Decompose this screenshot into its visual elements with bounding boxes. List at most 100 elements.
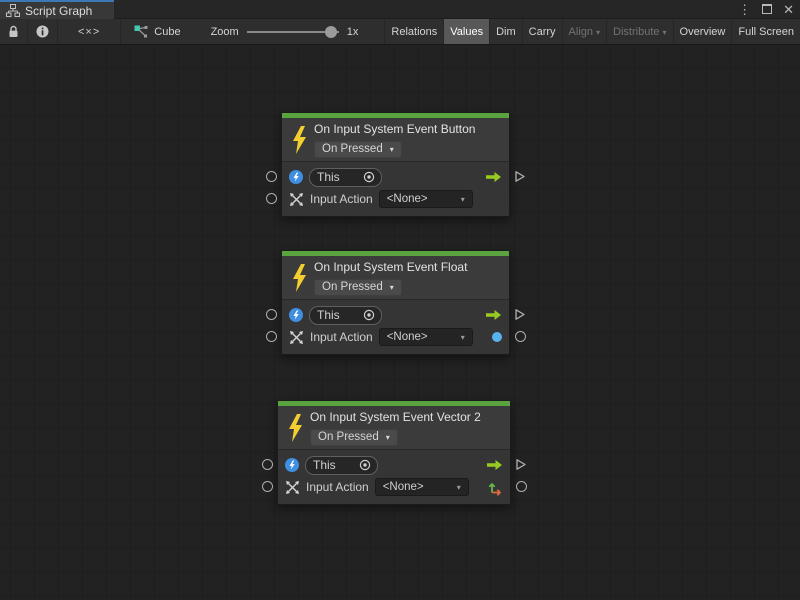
node-on-input-system-event-vector2[interactable]: On Input System Event Vector 2 On Presse… xyxy=(277,400,511,505)
inspect-button[interactable] xyxy=(28,19,58,44)
full-screen-button[interactable]: Full Screen xyxy=(731,19,800,44)
lightning-bolt-icon xyxy=(291,126,307,154)
chevron-down-icon: ▾ xyxy=(461,196,465,204)
graph-name-label: Cube xyxy=(154,26,180,38)
carry-label: Carry xyxy=(529,26,556,38)
chevron-down-icon: ▾ xyxy=(457,484,461,492)
graph-breadcrumb[interactable]: Cube xyxy=(134,19,180,44)
overview-button[interactable]: Overview xyxy=(673,19,732,44)
event-dropdown-value: On Pressed xyxy=(318,431,379,443)
lightning-bolt-icon xyxy=(287,414,303,442)
node-title: On Input System Event Vector 2 xyxy=(310,410,481,424)
maximize-icon xyxy=(762,4,772,14)
input-action-value: <None> xyxy=(383,481,424,493)
input-action-value: <None> xyxy=(387,331,428,343)
node-on-input-system-event-button[interactable]: On Input System Event Button On Pressed … xyxy=(281,112,510,217)
this-target-field[interactable]: This xyxy=(309,168,382,187)
info-icon xyxy=(36,25,49,38)
graph-toolbar: <×> Cube Zoom 1x Relations Values Dim Ca… xyxy=(0,19,800,45)
flow-arrow-icon xyxy=(485,171,502,183)
node-title: On Input System Event Float xyxy=(314,260,467,274)
align-label: Align xyxy=(569,26,593,38)
chevron-down-icon: ▾ xyxy=(461,334,465,342)
chevron-down-icon: ▾ xyxy=(386,434,390,442)
graph-canvas[interactable]: On Input System Event Button On Pressed … xyxy=(0,45,800,600)
zoom-label: Zoom xyxy=(211,26,239,38)
self-target-icon xyxy=(289,170,303,184)
edit-graph-button[interactable]: <×> xyxy=(58,19,121,44)
values-button[interactable]: Values xyxy=(443,19,489,44)
input-port-action[interactable] xyxy=(266,331,277,342)
input-action-icon xyxy=(289,330,304,345)
input-action-label: Input Action xyxy=(306,480,369,494)
node-title: On Input System Event Button xyxy=(314,122,475,136)
graph-asset-icon xyxy=(134,25,148,38)
node-on-input-system-event-float[interactable]: On Input System Event Float On Pressed ▾… xyxy=(281,250,510,355)
window-tab-script-graph[interactable]: Script Graph xyxy=(0,0,114,19)
dim-button[interactable]: Dim xyxy=(489,19,522,44)
distribute-dropdown-button[interactable]: Distribute ▾ xyxy=(606,19,672,44)
input-port-target[interactable] xyxy=(266,171,277,182)
input-action-dropdown[interactable]: <None> ▾ xyxy=(379,190,473,208)
input-port-action[interactable] xyxy=(266,193,277,204)
input-action-value: <None> xyxy=(387,193,428,205)
window-menu-button[interactable]: ⋮ xyxy=(738,3,751,16)
zoom-slider[interactable] xyxy=(247,19,339,45)
this-target-field[interactable]: This xyxy=(309,306,382,325)
input-action-dropdown[interactable]: <None> ▾ xyxy=(379,328,473,346)
this-field-value: This xyxy=(313,458,336,472)
vector2-value-icon xyxy=(488,479,503,496)
self-target-icon xyxy=(289,308,303,322)
input-action-icon xyxy=(289,192,304,207)
input-port-target[interactable] xyxy=(262,459,273,470)
tab-label: Script Graph xyxy=(25,4,92,18)
lock-button[interactable] xyxy=(0,19,28,44)
this-field-value: This xyxy=(317,170,340,184)
object-picker-icon[interactable] xyxy=(363,309,375,321)
distribute-label: Distribute xyxy=(613,26,659,38)
self-target-icon xyxy=(285,458,299,472)
window-maximize-button[interactable] xyxy=(762,3,772,16)
output-port-value[interactable] xyxy=(516,481,527,492)
input-action-label: Input Action xyxy=(310,192,373,206)
output-port-value[interactable] xyxy=(515,331,526,342)
lock-icon xyxy=(8,25,19,38)
window-close-button[interactable]: ✕ xyxy=(783,3,794,16)
this-target-field[interactable]: This xyxy=(305,456,378,475)
event-dropdown[interactable]: On Pressed ▾ xyxy=(314,141,402,158)
tab-bar: Script Graph ⋮ ✕ xyxy=(0,0,800,19)
event-dropdown-value: On Pressed xyxy=(322,143,383,155)
carry-button[interactable]: Carry xyxy=(522,19,562,44)
object-picker-icon[interactable] xyxy=(359,459,371,471)
input-action-label: Input Action xyxy=(310,330,373,344)
relations-button[interactable]: Relations xyxy=(384,19,443,44)
values-label: Values xyxy=(450,26,483,38)
full-screen-label: Full Screen xyxy=(738,26,794,38)
input-action-icon xyxy=(285,480,300,495)
lightning-bolt-icon xyxy=(291,264,307,292)
float-value-icon xyxy=(492,332,502,342)
chevron-down-icon: ▾ xyxy=(663,29,667,37)
output-port-flow[interactable] xyxy=(514,170,526,188)
event-dropdown[interactable]: On Pressed ▾ xyxy=(314,279,402,296)
input-action-dropdown[interactable]: <None> ▾ xyxy=(375,478,469,496)
code-icon: <×> xyxy=(78,26,100,38)
relations-label: Relations xyxy=(391,26,437,38)
input-port-action[interactable] xyxy=(262,481,273,492)
output-port-flow[interactable] xyxy=(515,458,527,476)
zoom-slider-handle[interactable] xyxy=(325,26,337,38)
flow-arrow-icon xyxy=(486,459,503,471)
this-field-value: This xyxy=(317,308,340,322)
zoom-value: 1x xyxy=(347,26,359,38)
output-port-flow[interactable] xyxy=(514,308,526,326)
event-dropdown[interactable]: On Pressed ▾ xyxy=(310,429,398,446)
chevron-down-icon: ▾ xyxy=(390,146,394,154)
chevron-down-icon: ▾ xyxy=(596,29,600,37)
script-graph-icon xyxy=(6,4,20,17)
object-picker-icon[interactable] xyxy=(363,171,375,183)
event-dropdown-value: On Pressed xyxy=(322,281,383,293)
chevron-down-icon: ▾ xyxy=(390,284,394,292)
align-dropdown-button[interactable]: Align ▾ xyxy=(562,19,606,44)
flow-arrow-icon xyxy=(485,309,502,321)
input-port-target[interactable] xyxy=(266,309,277,320)
